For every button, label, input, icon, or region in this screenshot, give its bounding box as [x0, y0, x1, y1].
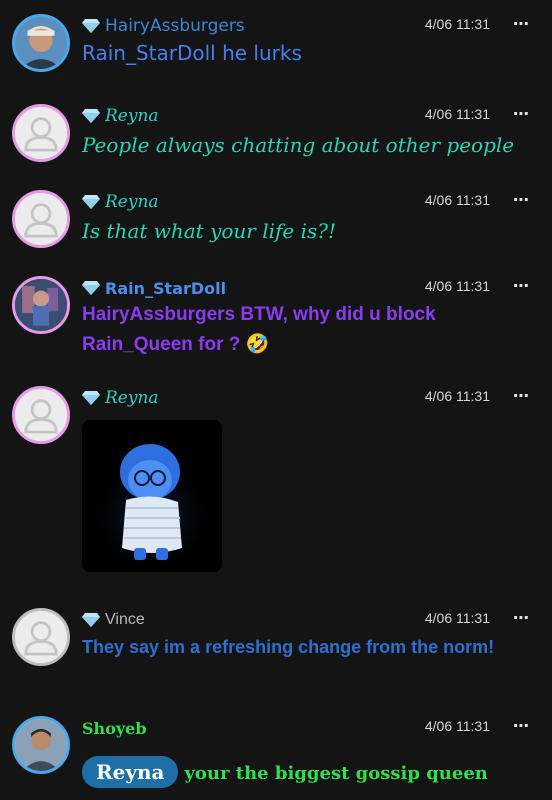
diamond-badge-icon — [82, 195, 100, 209]
default-avatar-icon — [15, 193, 67, 245]
diamond-badge-icon — [82, 613, 100, 627]
timestamp: 4/06 11:31 — [424, 278, 490, 294]
avatar[interactable] — [12, 716, 70, 774]
timestamp: 4/06 11:31 — [424, 192, 490, 208]
shared-image[interactable] — [82, 420, 222, 572]
diamond-badge-icon — [82, 19, 100, 33]
message-text: your the biggest gossip queen — [184, 763, 488, 784]
avatar[interactable] — [12, 608, 70, 666]
more-options-icon[interactable]: ⋯ — [513, 386, 529, 405]
mention-chip[interactable]: Reyna — [82, 756, 179, 788]
more-options-icon[interactable]: ⋯ — [513, 716, 529, 735]
user-photo-icon — [15, 279, 67, 331]
more-options-icon[interactable]: ⋯ — [513, 104, 529, 123]
message-text: HairyAssburgers BTW, why did u block Rai… — [82, 304, 436, 355]
username[interactable]: Reyna — [105, 192, 159, 212]
username[interactable]: Reyna — [105, 388, 159, 408]
chat-message: Vince 4/06 11:31 ⋯ They say im a refresh… — [0, 608, 552, 688]
avatar[interactable] — [12, 104, 70, 162]
username[interactable]: Shoyeb — [82, 719, 147, 738]
timestamp: 4/06 11:31 — [424, 16, 490, 32]
avatar[interactable] — [12, 386, 70, 444]
chat-message: Shoyeb 4/06 11:31 ⋯ Reyna your the bigges… — [0, 716, 552, 800]
timestamp: 4/06 11:31 — [424, 718, 490, 734]
more-options-icon[interactable]: ⋯ — [513, 190, 529, 209]
default-avatar-icon — [15, 107, 67, 159]
user-photo-icon — [15, 719, 67, 771]
message-text: People always chatting about other peopl… — [82, 133, 515, 157]
diamond-badge-icon — [82, 391, 100, 405]
chat-message: Reyna 4/06 11:31 ⋯ Is that what your lif… — [0, 190, 552, 260]
message-text-row: Reyna your the biggest gossip queen — [82, 756, 540, 789]
chat-message: Reyna 4/06 11:31 ⋯ People always chattin… — [0, 104, 552, 174]
message-text: They say im a refreshing change from the… — [82, 637, 495, 657]
avatar[interactable] — [12, 14, 70, 72]
username[interactable]: Vince — [105, 611, 145, 629]
sadness-character-image — [82, 420, 222, 572]
default-avatar-icon — [15, 389, 67, 441]
more-options-icon[interactable]: ⋯ — [513, 276, 529, 295]
timestamp: 4/06 11:31 — [424, 388, 490, 404]
username[interactable]: Reyna — [105, 106, 159, 126]
avatar[interactable] — [12, 190, 70, 248]
message-text: Rain_StarDoll he lurks — [82, 41, 302, 65]
user-photo-icon — [15, 17, 67, 69]
username[interactable]: Rain_StarDoll — [105, 279, 226, 298]
diamond-badge-icon — [82, 281, 100, 295]
message-text: Is that what your life is?! — [82, 219, 337, 243]
timestamp: 4/06 11:31 — [424, 610, 490, 626]
diamond-badge-icon — [82, 109, 100, 123]
avatar[interactable] — [12, 276, 70, 334]
more-options-icon[interactable]: ⋯ — [513, 608, 529, 627]
default-avatar-icon — [15, 611, 67, 663]
chat-message: Rain_StarDoll 4/06 11:31 ⋯ HairyAssburge… — [0, 276, 552, 366]
more-options-icon[interactable]: ⋯ — [513, 14, 529, 33]
timestamp: 4/06 11:31 — [424, 106, 490, 122]
username[interactable]: HairyAssburgers — [105, 16, 245, 36]
chat-message: Reyna 4/06 11:31 ⋯ — [0, 386, 552, 586]
chat-message: HairyAssburgers 4/06 11:31 ⋯ Rain_StarDo… — [0, 14, 552, 84]
